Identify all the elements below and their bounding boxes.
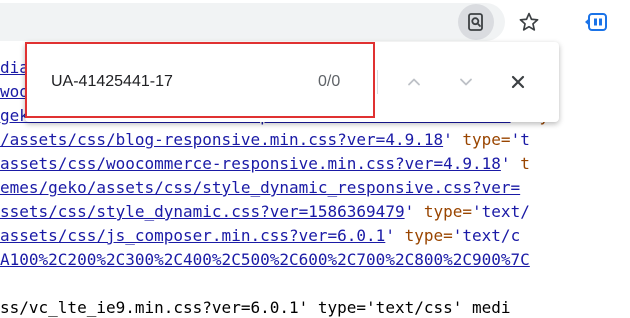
source-line: ssets/css/style_dynamic.css?ver=15863694… <box>0 200 530 224</box>
source-line: assets/css/woocommerce-responsive.min.cs… <box>0 152 530 176</box>
source-token: 't <box>510 130 530 149</box>
chevron-up-icon <box>408 78 420 86</box>
source-token: ' <box>443 130 453 149</box>
source-token: type= <box>462 130 511 149</box>
annotation-highlight-box <box>25 42 375 118</box>
browser-toolbar <box>0 0 630 44</box>
find-divider <box>377 70 378 94</box>
source-token: ' <box>500 154 511 173</box>
chevron-down-icon <box>460 78 472 86</box>
bookmark-star-button[interactable] <box>511 4 547 40</box>
source-link[interactable]: assets/css/woocommerce-responsive.min.cs… <box>0 154 501 173</box>
source-link[interactable]: assets/css/js_composer.min.css?ver=6.0.1 <box>0 226 385 245</box>
source-token: ' <box>404 202 415 221</box>
source-token <box>414 202 424 221</box>
source-token: t <box>520 154 530 173</box>
source-link[interactable]: /assets/css/blog-responsive.min.css?ver=… <box>0 130 443 149</box>
source-token: ss/vc_lte_ie9.min.css?ver=6.0.1' type='t… <box>0 298 511 317</box>
source-token: type= <box>423 202 473 221</box>
find-in-page-button[interactable] <box>458 4 494 40</box>
source-line: ss/vc_lte_ie9.min.css?ver=6.0.1' type='t… <box>0 296 511 318</box>
source-token: 'text/c <box>452 226 521 245</box>
source-token: ' <box>385 226 395 245</box>
magnifier-page-icon <box>468 13 483 31</box>
source-line: /assets/css/blog-responsive.min.css?ver=… <box>0 128 530 152</box>
star-outline-icon <box>519 12 539 31</box>
source-link[interactable]: emes/geko/assets/css/style_dynamic_respo… <box>0 178 520 197</box>
source-link[interactable]: A100%2C200%2C300%2C400%2C500%2C600%2C700… <box>0 250 530 269</box>
source-token <box>395 226 405 245</box>
find-next-button[interactable] <box>450 66 482 98</box>
close-icon <box>511 75 525 89</box>
source-line: A100%2C200%2C300%2C400%2C500%2C600%2C700… <box>0 248 530 272</box>
find-close-button[interactable] <box>502 66 534 98</box>
extension-badge-icon <box>585 13 607 31</box>
source-token: type= <box>404 226 453 245</box>
address-bar[interactable] <box>0 3 505 41</box>
find-previous-button[interactable] <box>398 66 430 98</box>
extension-button[interactable] <box>578 4 614 40</box>
source-line: assets/css/js_composer.min.css?ver=6.0.1… <box>0 224 520 248</box>
source-token: 'text/ <box>472 202 530 221</box>
source-token <box>453 130 463 149</box>
source-link[interactable]: ssets/css/style_dynamic.css?ver=15863694… <box>0 202 405 221</box>
source-line: emes/geko/assets/css/style_dynamic_respo… <box>0 176 520 200</box>
source-token <box>511 154 521 173</box>
